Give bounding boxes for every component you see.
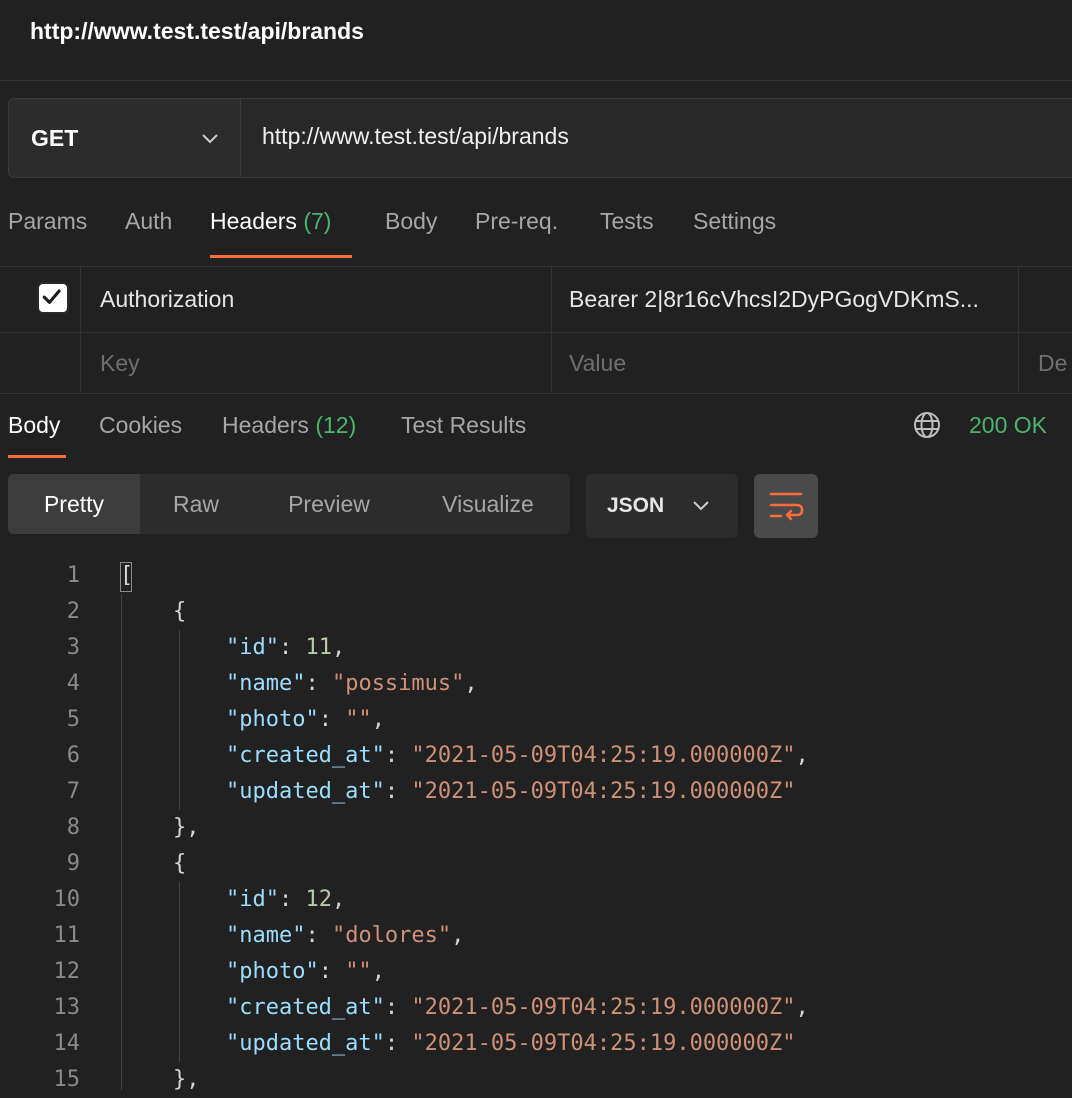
divider — [80, 266, 81, 393]
code-text: [ — [120, 563, 134, 588]
line-number: 10 — [53, 887, 81, 912]
active-tab-indicator — [8, 455, 66, 458]
key-placeholder-input[interactable]: Key — [100, 350, 140, 377]
code-text: "created_at": "2021-05-09T04:25:19.00000… — [225, 743, 809, 768]
tab-label: Body — [8, 412, 61, 438]
divider — [0, 393, 1072, 394]
divider — [551, 266, 552, 393]
tab-test-results[interactable]: Test Results — [401, 412, 526, 439]
line-number: 4 — [66, 671, 80, 696]
chevron-down-icon — [693, 501, 709, 511]
code-text: "name": "possimus", — [225, 671, 478, 696]
tab-params[interactable]: Params — [8, 208, 87, 235]
divider — [0, 266, 1072, 267]
status-code[interactable]: 200 OK — [969, 412, 1047, 439]
line-number: 1 — [66, 563, 80, 588]
view-pretty-button[interactable]: Pretty — [8, 474, 140, 534]
code-text: }, — [120, 1067, 200, 1092]
code-text: "photo": "", — [225, 959, 385, 984]
line-number: 14 — [53, 1031, 81, 1056]
line-number: 7 — [66, 779, 80, 804]
tab-label: Settings — [693, 208, 777, 234]
url-input[interactable]: http://www.test.test/api/brands — [262, 123, 569, 150]
method-select[interactable]: GET — [9, 99, 241, 177]
view-raw-button[interactable]: Raw — [140, 474, 252, 534]
divider — [1018, 266, 1019, 393]
line-number: 3 — [66, 635, 80, 660]
divider — [0, 80, 1072, 81]
tab-response-headers[interactable]: Headers (12) — [222, 412, 356, 439]
code-text: "created_at": "2021-05-09T04:25:19.00000… — [225, 995, 809, 1020]
code-text: "id": 12, — [225, 887, 346, 912]
tab-label: Params — [8, 208, 88, 234]
tab-count: (7) — [303, 208, 332, 234]
tab-response-body[interactable]: Body — [8, 412, 60, 439]
format-label: JSON — [607, 494, 665, 517]
request-bar: GET http://www.test.test/api/brands — [8, 98, 1072, 178]
chevron-down-icon — [202, 134, 218, 144]
globe-icon[interactable] — [912, 410, 942, 440]
code-text: "updated_at": "2021-05-09T04:25:19.00000… — [225, 1031, 796, 1056]
request-tab-title[interactable]: http://www.test.test/api/brands — [30, 18, 364, 45]
line-number: 11 — [53, 923, 81, 948]
tab-auth[interactable]: Auth — [125, 208, 172, 235]
view-mode-switch: Pretty Raw Preview Visualize — [8, 474, 570, 534]
tab-label: Cookies — [99, 412, 183, 438]
format-select[interactable]: JSON — [586, 474, 738, 538]
view-preview-button[interactable]: Preview — [252, 474, 406, 534]
line-number: 12 — [53, 959, 81, 984]
view-visualize-button[interactable]: Visualize — [406, 474, 570, 534]
wrap-lines-button[interactable] — [754, 474, 818, 538]
tab-label: Body — [385, 208, 438, 234]
tab-label: Pre-req. — [475, 208, 559, 234]
tab-label: Headers — [210, 208, 297, 234]
tab-label: Headers — [222, 412, 309, 438]
code-text: { — [120, 851, 187, 876]
tab-settings[interactable]: Settings — [693, 208, 776, 235]
wrap-lines-icon — [769, 492, 804, 521]
line-number: 8 — [66, 815, 80, 840]
tab-body[interactable]: Body — [385, 208, 437, 235]
code-text: "name": "dolores", — [225, 923, 465, 948]
tab-label: Auth — [125, 208, 173, 234]
tab-cookies[interactable]: Cookies — [99, 412, 182, 439]
header-key-cell[interactable]: Authorization — [100, 286, 234, 313]
line-number: 6 — [66, 743, 80, 768]
tab-label: Test Results — [401, 412, 527, 438]
code-text: }, — [120, 815, 200, 840]
tab-pre-request[interactable]: Pre-req. — [475, 208, 558, 235]
header-enabled-checkbox[interactable] — [37, 282, 69, 314]
line-number: 13 — [53, 995, 81, 1020]
tab-headers[interactable]: Headers (7) — [210, 208, 331, 235]
description-placeholder-input[interactable]: De — [1038, 350, 1067, 377]
divider — [0, 332, 1072, 333]
code-text: "id": 11, — [225, 635, 346, 660]
line-number: 5 — [66, 707, 80, 732]
value-placeholder-input[interactable]: Value — [569, 350, 626, 377]
method-label: GET — [31, 125, 79, 151]
line-number: 2 — [66, 599, 80, 624]
tab-tests[interactable]: Tests — [600, 208, 654, 235]
line-number: 15 — [53, 1067, 81, 1092]
tab-label: Tests — [600, 208, 654, 234]
code-text: { — [120, 599, 187, 624]
active-tab-indicator — [210, 255, 352, 258]
line-number: 9 — [66, 851, 80, 876]
tab-count: (12) — [315, 412, 357, 438]
code-text: "photo": "", — [225, 707, 385, 732]
check-icon — [42, 289, 61, 304]
header-value-cell[interactable]: Bearer 2|8r16cVhcsI2DyPGogVDKmS... — [569, 286, 1013, 313]
code-text: "updated_at": "2021-05-09T04:25:19.00000… — [225, 779, 796, 804]
